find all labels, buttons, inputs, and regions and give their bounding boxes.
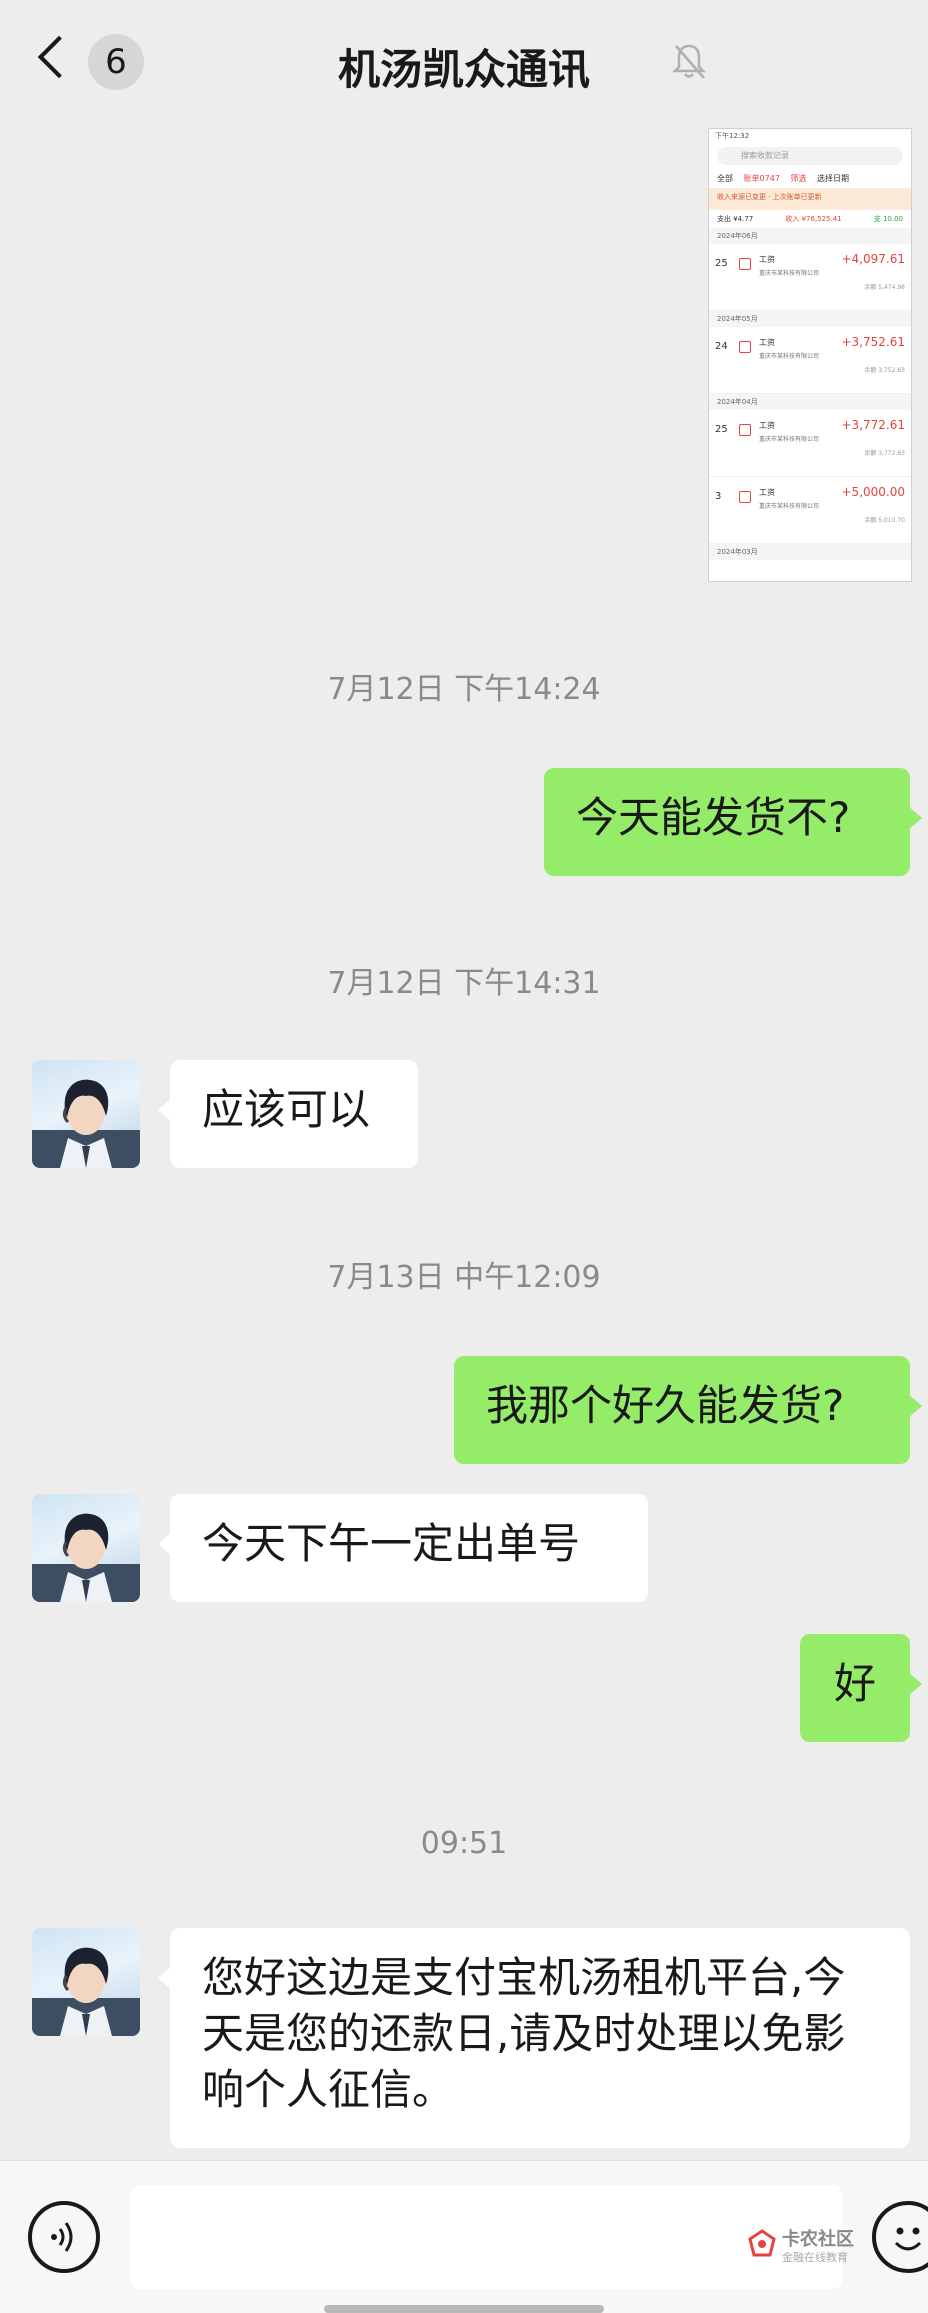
thumb-expense: 支出 ¥4.77 [717,215,754,223]
message-timestamp: 7月13日 中午12:09 [327,1260,601,1295]
bank-logo-icon [739,424,751,436]
chat-title: 机汤凯众通讯 [337,45,590,94]
watermark-subtitle: 金融在线教育 [782,2251,848,2264]
thumb-record: 25 工资 重庆市某科技有限公司 +4,097.61 余额 5,474.98 [709,244,911,311]
avatar-portrait-icon [32,1513,140,1602]
thumb-record-name: 工资 [759,338,775,347]
thumb-filter: 筛选 [790,174,807,183]
watermark-name: 卡农社区 [782,2229,854,2250]
thumb-month: 2024年05月 [709,311,911,327]
thumb-status-bar: 下午12:32 [715,132,750,140]
thumb-filter: 账单0747 [743,174,780,183]
thumb-record-company: 重庆市某科技有限公司 [759,353,820,360]
thumb-record-amount: +4,097.61 [841,252,906,266]
thumb-record: 25 工资 重庆市某科技有限公司 +3,772.61 余额 3,772.63 [709,410,911,477]
thumb-record-amount: +3,752.61 [841,335,906,349]
thumb-record-company: 重庆市某科技有限公司 [759,270,820,277]
thumb-month: 2024年06月 [709,228,911,244]
contact-avatar[interactable] [32,1494,140,1602]
thumb-record-balance: 余额 5,474.98 [864,284,905,291]
emoji-icon [894,2227,922,2251]
thumb-record-name: 工资 [759,488,775,497]
voice-input-button[interactable] [28,2201,100,2273]
thumb-day: 25 [715,424,728,435]
incoming-message-bubble[interactable]: 您好这边是支付宝机汤租机平台,今天是您的还款日,请及时处理以免影响个人征信。 [158,1928,910,2148]
thumb-income: 收入 ¥76,525.41 [785,215,842,223]
input-bar: 卡农社区 金融在线教育 [0,2160,928,2313]
thumb-summary: 支出 ¥4.77 收入 ¥76,525.41 支 10.00 [709,210,911,228]
thumb-day: 25 [715,258,728,269]
screenshot-image-message[interactable]: 下午12:32 搜索收款记录 全部 账单0747 筛选 选择日期 收入来源已变更… [708,128,912,582]
thumb-record-amount: +5,000.00 [841,485,906,499]
thumb-record-balance: 余额 3,772.63 [864,450,905,457]
thumb-record-amount: +3,772.61 [841,418,906,432]
thumb-record-balance: 余额 3,752.63 [864,367,905,374]
contact-avatar[interactable] [32,1060,140,1168]
outgoing-message-bubble[interactable]: 今天能发货不? [544,768,922,876]
thumb-record-company: 重庆市某科技有限公司 [759,503,820,510]
bank-logo-icon [739,491,751,503]
thumb-record: 3 工资 重庆市某科技有限公司 +5,000.00 余额 5,010.70 [709,477,911,544]
thumb-notice: 收入来源已变更 · 上次账单已更新 [709,188,911,210]
message-timestamp: 7月12日 下午14:24 [327,672,601,707]
voice-icon [51,2222,73,2252]
thumb-record-name: 工资 [759,421,775,430]
bank-logo-icon [739,341,751,353]
thumb-filter: 选择日期 [817,174,849,183]
avatar-portrait-icon [32,1079,140,1168]
chat-header: 6 机汤凯众通讯 [0,0,928,128]
thumb-filter: 全部 [717,174,733,183]
thumb-month: 2024年03月 [709,544,911,560]
thumb-search: 搜索收款记录 [717,147,903,165]
message-input[interactable] [130,2185,842,2289]
incoming-message-bubble[interactable]: 应该可以 [158,1060,418,1168]
message-timestamp: 7月12日 下午14:31 [327,966,601,1001]
thumb-other: 支 10.00 [873,215,903,223]
contact-avatar[interactable] [32,1928,140,2036]
thumb-filters: 全部 账单0747 筛选 选择日期 [709,169,911,188]
bank-logo-icon [739,258,751,270]
watermark-logo-icon [748,2229,776,2257]
emoji-button[interactable] [872,2201,928,2273]
thumb-record: 24 工资 重庆市某科技有限公司 +3,752.61 余额 3,752.63 [709,327,911,394]
thumb-record-company: 重庆市某科技有限公司 [759,436,820,443]
avatar-portrait-icon [32,1947,140,2036]
outgoing-message-bubble[interactable]: 好 [800,1634,922,1742]
mute-bell-icon [671,44,707,79]
thumb-record-balance: 余额 5,010.70 [864,517,905,524]
outgoing-message-bubble[interactable]: 我那个好久能发货? [454,1356,922,1464]
thumb-month: 2024年04月 [709,394,911,410]
thumb-record-name: 工资 [759,255,775,264]
message-timestamp: 09:51 [420,1826,508,1861]
incoming-message-bubble[interactable]: 今天下午一定出单号 [158,1494,648,1602]
thumb-day: 3 [715,491,722,502]
thumb-day: 24 [715,341,728,352]
